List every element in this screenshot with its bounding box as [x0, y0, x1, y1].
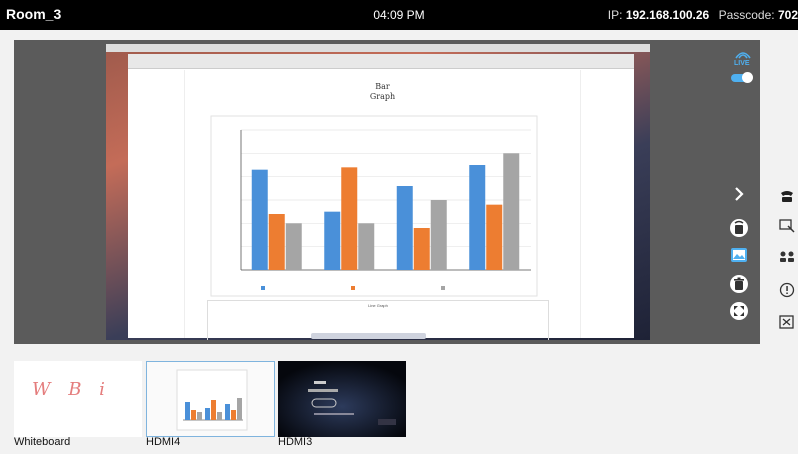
bar-series1-cat2 [324, 211, 341, 270]
live-label: LIVE [734, 60, 750, 67]
trash-icon [734, 277, 744, 290]
ip-value: 192.168.100.26 [625, 8, 710, 22]
close-window-icon[interactable] [779, 315, 795, 329]
screen-share-image: Bar Graph Line Graph [106, 44, 650, 340]
thumbnail-hdmi4[interactable] [146, 361, 275, 437]
hdmi3-preview-image [278, 361, 406, 437]
users-icon[interactable] [779, 250, 795, 264]
legend-marker-1 [261, 286, 265, 290]
delete-button[interactable] [730, 275, 748, 293]
screen-select-icon[interactable] [779, 219, 795, 233]
snapshot-button[interactable] [730, 246, 748, 264]
bar-series1-cat4 [469, 165, 486, 270]
ip-label: IP: [607, 8, 623, 22]
top-bar: Room_3 04:09 PM IP: 192.168.100.26 Passc… [0, 0, 798, 30]
legend-marker-3 [441, 286, 445, 290]
chart-title: Bar Graph [369, 82, 396, 101]
phone-icon[interactable] [779, 189, 795, 203]
switch-knob [742, 72, 753, 83]
bar-series2-cat1 [268, 214, 285, 270]
bar-series2-cat2 [341, 167, 358, 270]
thumbnail-label-hdmi3: HDMI3 [278, 436, 313, 448]
image-icon [731, 248, 747, 262]
broadcast-icon [735, 52, 751, 59]
passcode-label: Passcode: [718, 8, 775, 22]
bar-series2-cat3 [413, 228, 430, 270]
fullscreen-button[interactable] [730, 302, 748, 320]
rotate-screen-button[interactable] [730, 219, 748, 237]
hdmi4-preview-image [147, 362, 274, 436]
legend-marker-2 [351, 286, 355, 290]
thumbnail-label-whiteboard: Whiteboard [14, 436, 71, 448]
bar-series3-cat2 [358, 223, 375, 270]
chevron-right-icon[interactable] [732, 186, 746, 202]
live-preview[interactable]: Bar Graph Line Graph LIVE [14, 40, 760, 344]
thumbnail-hdmi3[interactable] [278, 361, 406, 437]
fullscreen-icon [734, 306, 744, 316]
bar-series1-cat1 [251, 169, 268, 270]
bar-series3-cat1 [285, 223, 302, 270]
mac-menubar [106, 44, 650, 52]
bar-series3-cat3 [430, 200, 447, 270]
dock [311, 333, 426, 339]
thumbnail-whiteboard[interactable]: W B i [14, 361, 142, 437]
network-info: IP: 192.168.100.26 Passcode: 702 [608, 8, 798, 22]
bar-series3-cat4 [503, 153, 520, 270]
passcode-value: 702 [777, 8, 798, 22]
info-icon[interactable] [779, 282, 795, 298]
bar-series2-cat4 [486, 204, 503, 270]
bar-series1-cat3 [396, 186, 413, 270]
bar-chart [210, 115, 538, 297]
whiteboard-handwriting: W B i [32, 379, 111, 400]
thumbnail-label-hdmi4: HDMI4 [146, 436, 181, 448]
live-toggle[interactable]: LIVE [731, 48, 755, 83]
rotate-icon [734, 220, 744, 234]
document-page: Bar Graph Line Graph [184, 70, 581, 340]
